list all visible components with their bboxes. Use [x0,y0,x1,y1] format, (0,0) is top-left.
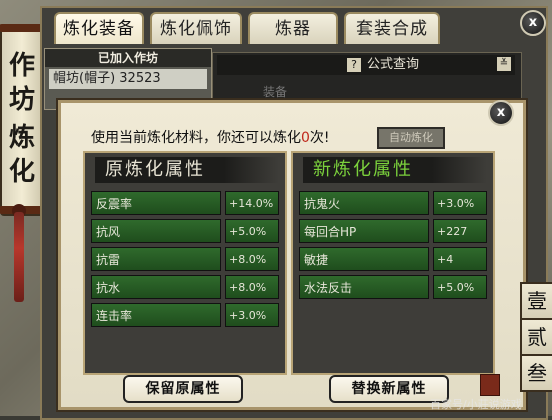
original-attr-name: 抗雷 [91,247,221,271]
tab-set-synthesis[interactable]: 套装合成 [344,12,440,44]
new-attr-value: +4 [433,247,487,271]
original-attr-name: 抗水 [91,275,221,299]
window-close-icon[interactable]: x [520,10,546,36]
page-tab-3[interactable]: 叁 [520,354,552,392]
original-attr-name: 抗风 [91,219,221,243]
new-attr-name: 每回合HP [299,219,429,243]
tassel-ornament [14,212,24,302]
original-attr-value: +8.0% [225,275,279,299]
message-text: 使用当前炼化材料，你还可以炼化 [91,130,301,146]
tab-refine-equipment[interactable]: 炼化装备 [54,12,144,44]
new-attr-name: 抗鬼火 [299,191,429,215]
new-attr-name: 敏捷 [299,247,429,271]
original-attr-value: +14.0% [225,191,279,215]
original-attr-name: 反震率 [91,191,221,215]
message-suffix: 次! [309,130,330,146]
original-attr-value: +3.0% [225,303,279,327]
original-attr-value: +5.0% [225,219,279,243]
side-char-3: 炼 [8,123,35,153]
auto-refine-button[interactable]: 自动炼化 [377,127,445,149]
original-attributes-panel: 原炼化属性 反震率 +14.0% 抗风 +5.0% 抗雷 +8.0% 抗水 +8… [83,151,287,375]
formula-panel: ? 公式查询 ≚ 装备 [212,52,522,102]
new-attr-value: +227 [433,219,487,243]
tab-refine-accessories[interactable]: 炼化佩饰 [150,12,242,44]
refine-result-dialog: 使用当前炼化材料，你还可以炼化0次! 自动炼化 原炼化属性 反震率 +14.0%… [58,100,526,410]
new-attr-name: 水法反击 [299,275,429,299]
side-title-scroll: 作 坊 炼 化 [0,24,46,216]
new-attr-value: +3.0% [433,191,487,215]
keep-original-button[interactable]: 保留原属性 [123,375,243,403]
original-attr-name: 连击率 [91,303,221,327]
original-attr-value: +8.0% [225,247,279,271]
expand-icon[interactable]: ≚ [497,57,511,71]
side-char-4: 化 [8,157,35,187]
added-workshop-header: 已加入作坊 [45,49,211,67]
side-char-1: 作 [8,51,35,81]
tab-refine-tools[interactable]: 炼器 [248,12,338,44]
equipment-label: 装备 [263,85,288,99]
remaining-count: 0 [301,130,310,146]
formula-help-icon[interactable]: ? [347,58,361,72]
formula-query-bar: ? 公式查询 ≚ [217,55,515,75]
seal-stamp-icon [480,374,500,396]
new-attributes-title: 新炼化属性 [303,157,487,183]
page-tab-2[interactable]: 贰 [520,318,552,356]
new-attr-value: +5.0% [433,275,487,299]
new-attributes-panel: 新炼化属性 抗鬼火 +3.0% 每回合HP +227 敏捷 +4 水法反击 +5… [291,151,495,375]
refine-remaining-message: 使用当前炼化材料，你还可以炼化0次! [91,127,330,147]
original-attributes-title: 原炼化属性 [95,157,279,183]
page-tab-1[interactable]: 壹 [520,282,552,320]
side-char-2: 坊 [8,85,35,115]
dialog-close-icon[interactable]: x [488,100,514,126]
watermark: 百家号/小莊说游戏 [430,398,522,411]
workshop-item-row[interactable]: 帽坊(帽子) 32523 [49,69,207,89]
formula-query-label: 公式查询 [367,57,420,72]
